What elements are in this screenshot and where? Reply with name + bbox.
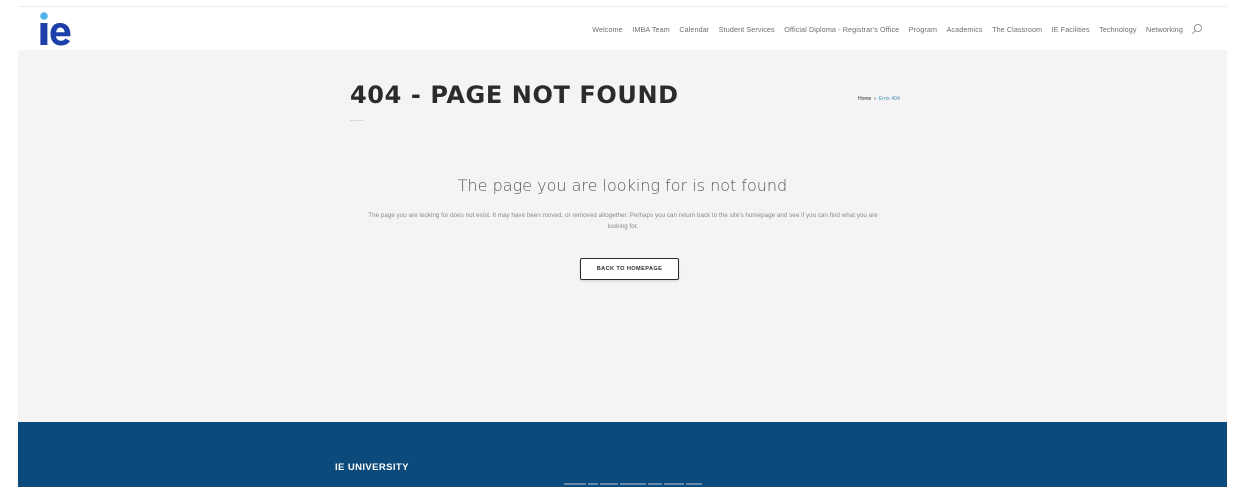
- main-content: 404 - PAGE NOT FOUND Home » Error 404 Th…: [18, 50, 1227, 422]
- breadcrumb-separator: »: [873, 96, 877, 102]
- page: Welcome IMBA Team Calendar Student Servi…: [0, 0, 1243, 487]
- breadcrumb: Home » Error 404: [858, 96, 900, 102]
- nav-item-student-services[interactable]: Student Services: [719, 25, 775, 34]
- nav-item-academics[interactable]: Academics: [947, 25, 983, 34]
- error-description: The page you are looking for does not ex…: [368, 212, 878, 230]
- site-header: Welcome IMBA Team Calendar Student Servi…: [18, 6, 1227, 50]
- nav-item-networking[interactable]: Networking: [1146, 25, 1183, 34]
- breadcrumb-home-link[interactable]: Home: [858, 96, 871, 102]
- nav-item-the-classroom[interactable]: The Classroom: [992, 25, 1042, 34]
- main-nav: Welcome IMBA Team Calendar Student Servi…: [583, 23, 1203, 35]
- nav-item-imba-team[interactable]: IMBA Team: [632, 25, 670, 34]
- error-heading: The page you are looking for is not foun…: [457, 176, 788, 195]
- nav-item-ie-facilities[interactable]: IE Facilities: [1052, 25, 1090, 34]
- footer-copyright-fragment: [564, 482, 714, 487]
- site-footer: IE UNIVERSITY: [18, 422, 1227, 487]
- footer-title: IE UNIVERSITY: [335, 462, 409, 473]
- page-title: 404 - PAGE NOT FOUND: [350, 81, 679, 109]
- nav-item-program[interactable]: Program: [909, 25, 937, 34]
- breadcrumb-current: Error 404: [878, 96, 900, 102]
- search-icon[interactable]: [1191, 23, 1203, 35]
- ie-logo[interactable]: [38, 10, 78, 48]
- back-to-homepage-button[interactable]: BACK TO HOMEPAGE: [580, 258, 679, 280]
- nav-item-technology[interactable]: Technology: [1099, 25, 1136, 34]
- nav-item-official-diploma[interactable]: Official Diploma - Registrar's Office: [784, 25, 899, 34]
- nav-item-calendar[interactable]: Calendar: [679, 25, 709, 34]
- nav-item-welcome[interactable]: Welcome: [592, 25, 623, 34]
- title-divider: [350, 120, 363, 121]
